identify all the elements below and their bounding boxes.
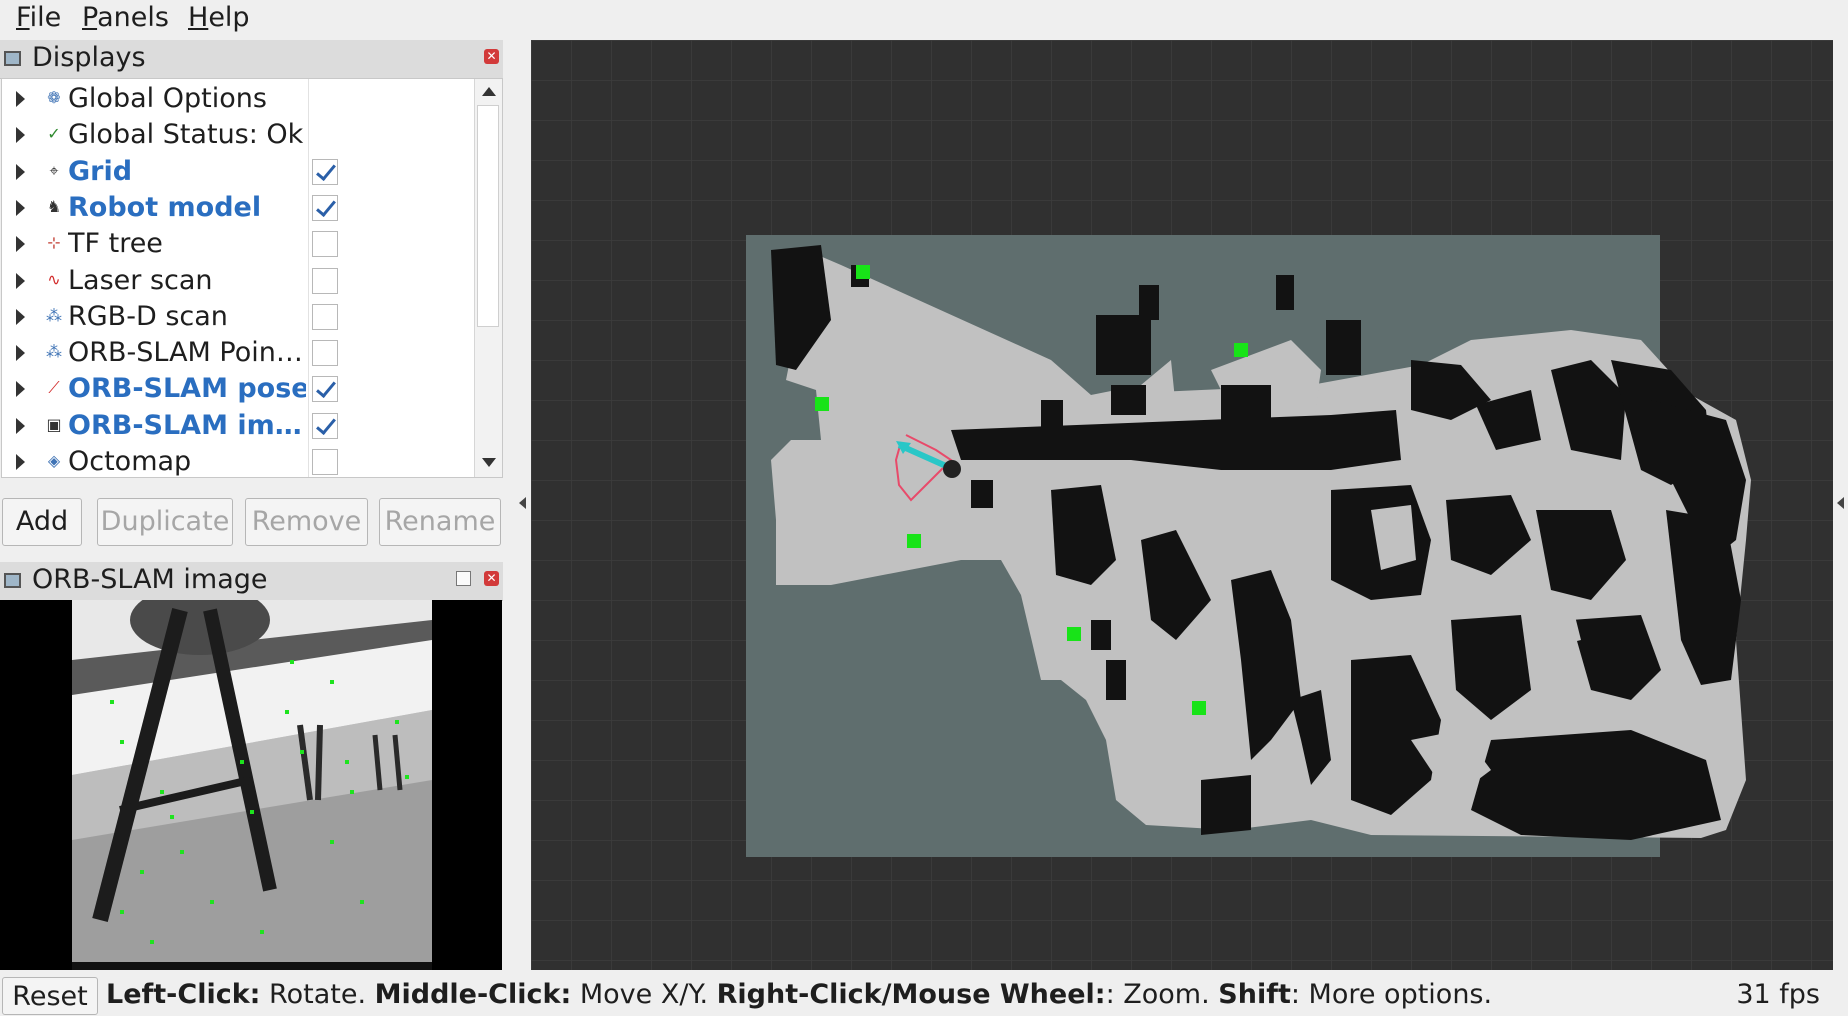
image-icon	[4, 573, 21, 588]
pointcloud-icon: ⁂	[46, 342, 62, 362]
display-item-laser-scan[interactable]: ∿ Laser scan	[2, 263, 474, 299]
enable-checkbox[interactable]	[312, 376, 338, 403]
display-item-orb-slam-im[interactable]: ▣ ORB-SLAM im…	[2, 408, 474, 444]
menu-file[interactable]: File	[16, 2, 61, 33]
display-item-label: Global Status: Ok	[68, 119, 304, 151]
grid-icon: ⌖	[49, 160, 59, 180]
menu-panels[interactable]: Panels	[82, 2, 169, 33]
menu-help[interactable]: Help	[188, 2, 250, 33]
displays-panel-header: Displays ✕	[0, 40, 503, 79]
display-item-grid[interactable]: ⌖ Grid	[2, 154, 474, 190]
close-icon[interactable]: ✕	[484, 49, 499, 64]
collapse-right-icon[interactable]	[1837, 497, 1844, 509]
robot-icon: ♞	[46, 196, 62, 216]
expand-arrow-icon[interactable]	[16, 199, 25, 216]
scroll-down-icon[interactable]	[482, 458, 496, 467]
expand-arrow-icon[interactable]	[16, 345, 25, 362]
pose-arrow-icon: ⟋	[48, 378, 60, 398]
expand-arrow-icon[interactable]	[16, 454, 25, 470]
3d-view[interactable]	[531, 40, 1833, 970]
display-item-orb-slam-pose[interactable]: ⟋ ORB-SLAM pose	[2, 371, 474, 407]
expand-arrow-icon[interactable]	[16, 236, 25, 253]
enable-checkbox[interactable]	[312, 412, 338, 439]
cube-icon: ◈	[47, 451, 61, 470]
monitor-icon	[4, 51, 21, 66]
enable-checkbox[interactable]	[312, 194, 338, 221]
display-item-robot-model[interactable]: ♞ Robot model	[2, 190, 474, 226]
expand-arrow-icon[interactable]	[16, 272, 25, 289]
scroll-up-icon[interactable]	[482, 87, 496, 96]
enable-checkbox[interactable]	[312, 231, 338, 258]
expand-arrow-icon[interactable]	[16, 308, 25, 325]
add-button[interactable]: Add	[2, 498, 82, 546]
display-item-octomap[interactable]: ◈ Octomap	[2, 444, 474, 477]
display-item-tf-tree[interactable]: ⊹ TF tree	[2, 226, 474, 262]
collapse-left-icon[interactable]	[519, 497, 526, 509]
display-item-label: Robot model	[68, 191, 262, 223]
orb-slam-camera-image	[0, 600, 502, 970]
camera-frame	[72, 600, 432, 970]
enable-checkbox[interactable]	[312, 158, 338, 185]
status-bar: Reset Left-Click: Rotate. Middle-Click: …	[0, 974, 1848, 1016]
display-item-label: Laser scan	[68, 264, 213, 296]
mouse-hint: Left-Click: Rotate. Middle-Click: Move X…	[106, 979, 1493, 1010]
fps-counter: 31 fps	[1736, 979, 1820, 1010]
enable-checkbox[interactable]	[312, 267, 338, 294]
reset-button[interactable]: Reset	[2, 977, 98, 1015]
image-panel-header: ORB-SLAM image ✕	[0, 562, 503, 601]
display-item-label: Global Options	[68, 83, 267, 114]
expand-arrow-icon[interactable]	[16, 91, 25, 107]
scroll-thumb[interactable]	[477, 105, 499, 327]
enable-checkbox[interactable]	[312, 340, 338, 367]
display-item-label: Grid	[68, 155, 133, 187]
expand-arrow-icon[interactable]	[16, 127, 25, 144]
map-render	[531, 40, 1833, 970]
image-panel-title: ORB-SLAM image	[32, 564, 268, 595]
display-item-label: Octomap	[68, 446, 192, 477]
check-icon: ✓	[47, 124, 61, 144]
rename-button[interactable]: Rename	[379, 498, 501, 546]
display-item-label: TF tree	[68, 228, 163, 260]
display-item-global-options[interactable]: ❁ Global Options	[2, 81, 474, 117]
displays-tree: ❁ Global Options ✓ Global Status: Ok ⌖ Grid ♞ R…	[1, 78, 503, 478]
display-item-rgb-d-scan[interactable]: ⁂ RGB-D scan	[2, 299, 474, 335]
expand-arrow-icon[interactable]	[16, 163, 25, 180]
expand-arrow-icon[interactable]	[16, 381, 25, 398]
image-icon: ▣	[46, 414, 62, 434]
displays-scrollbar[interactable]	[474, 79, 502, 477]
display-item-label: ORB-SLAM pose	[68, 373, 306, 405]
enable-checkbox[interactable]	[312, 449, 338, 475]
displays-panel-title: Displays	[32, 42, 146, 73]
remove-button[interactable]: Remove	[245, 498, 368, 546]
display-item-orb-slam-poin[interactable]: ⁂ ORB-SLAM Poin…	[2, 335, 474, 371]
enable-checkbox[interactable]	[312, 303, 338, 330]
axes-icon: ⊹	[47, 233, 61, 253]
display-item-global-status-ok[interactable]: ✓ Global Status: Ok	[2, 117, 474, 153]
laser-icon: ∿	[47, 269, 61, 289]
duplicate-button[interactable]: Duplicate	[97, 498, 233, 546]
display-item-label: RGB-D scan	[68, 300, 228, 332]
display-item-label: ORB-SLAM im…	[68, 409, 302, 441]
expand-arrow-icon[interactable]	[16, 417, 25, 434]
menu-bar: File Panels Help	[0, 0, 1848, 38]
close-icon[interactable]: ✕	[484, 571, 499, 586]
gear-icon: ❁	[47, 88, 61, 107]
display-item-label: ORB-SLAM Poin…	[68, 337, 303, 369]
undock-icon[interactable]	[456, 571, 471, 586]
pointcloud-icon: ⁂	[46, 305, 62, 325]
